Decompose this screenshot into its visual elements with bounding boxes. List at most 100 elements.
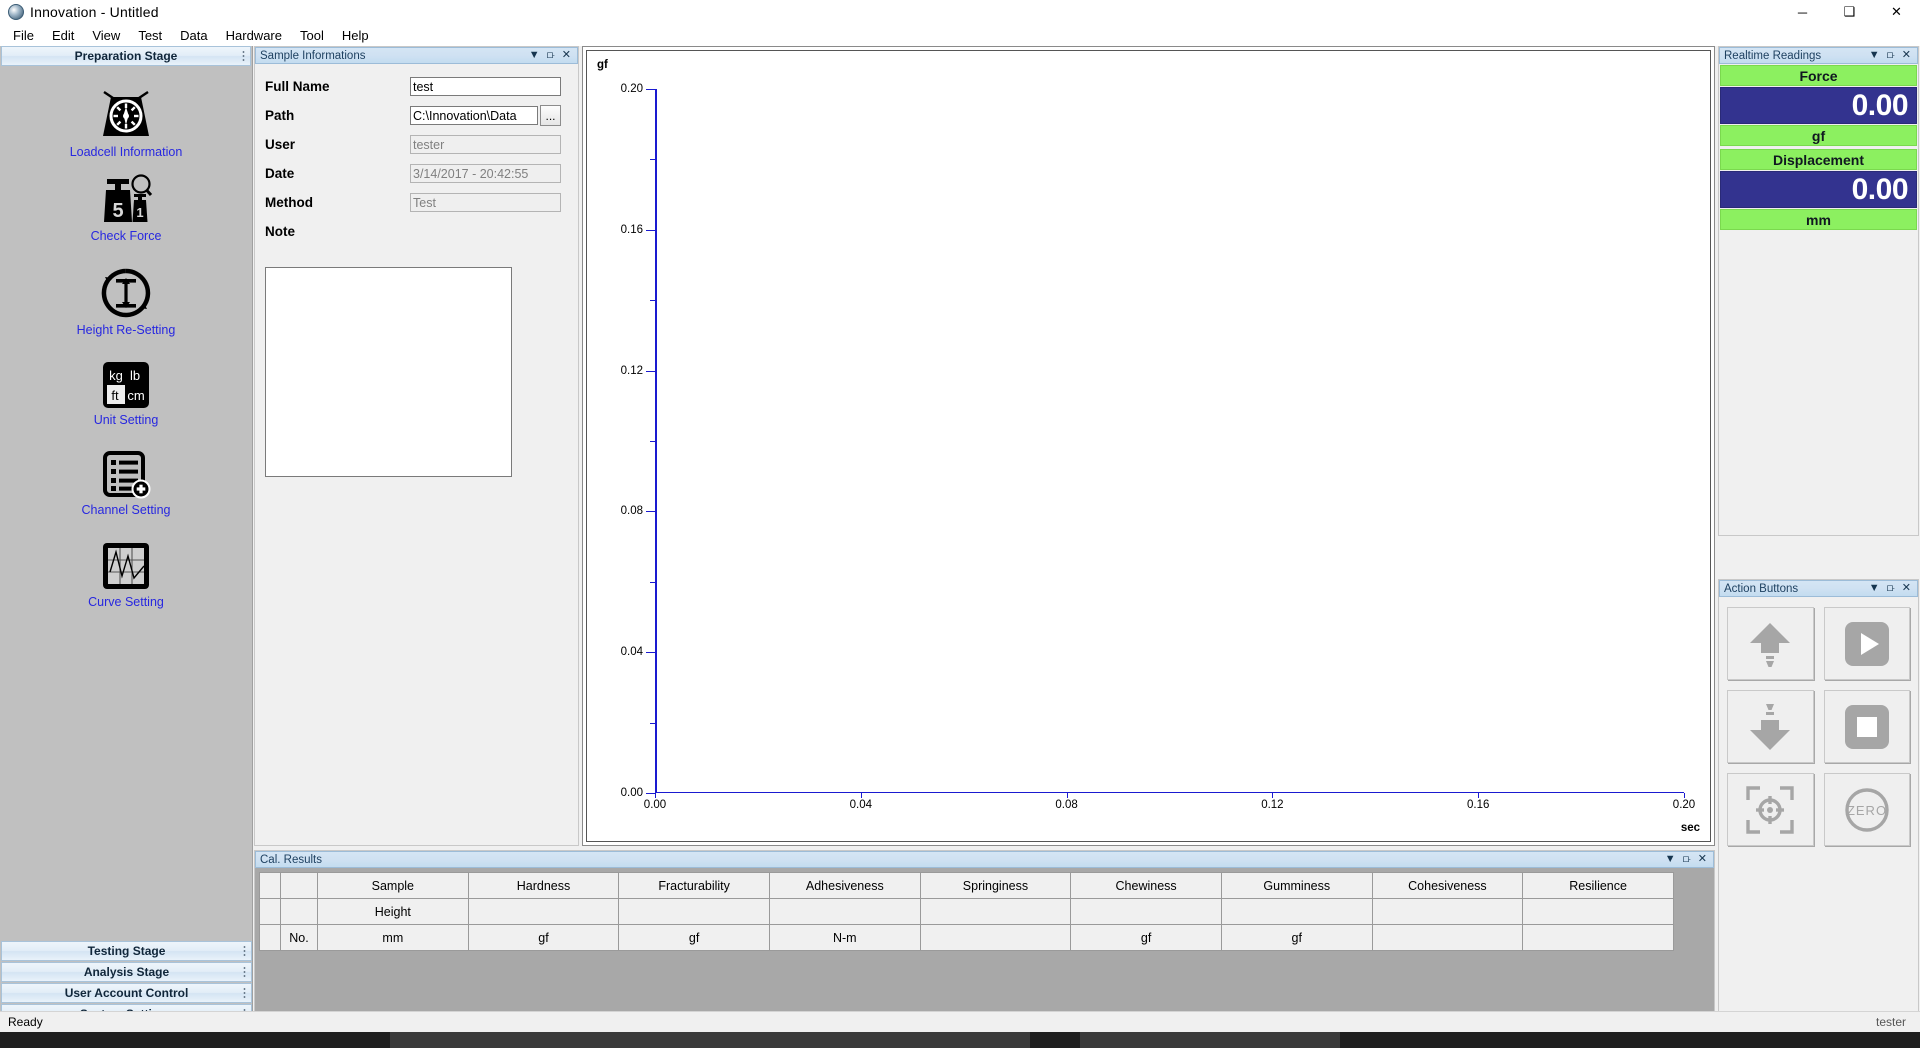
move-up-button[interactable]: [1727, 607, 1814, 680]
pin-icon[interactable]: ⟥: [1683, 854, 1691, 865]
close-icon[interactable]: ✕: [562, 50, 571, 61]
user-input: [410, 135, 561, 154]
pin-icon[interactable]: ⟥: [547, 50, 555, 61]
window-controls: ─ ❑ ✕: [1779, 0, 1920, 24]
workspace: Preparation Stage: [0, 46, 1920, 1025]
x-tick-label: 0.00: [644, 799, 666, 811]
table-subheader-cell: Height: [318, 899, 469, 925]
close-icon[interactable]: ✕: [1902, 583, 1911, 594]
sidebar-item-label: Channel Setting: [82, 503, 171, 518]
minimize-button[interactable]: ─: [1779, 0, 1826, 24]
y-tick: [646, 652, 655, 653]
sidebar-item-loadcell-information[interactable]: Loadcell Information: [41, 84, 211, 160]
table-header-cell: Springiness: [920, 873, 1071, 899]
menu-file[interactable]: File: [4, 26, 43, 45]
table-header-cell: Cohesiveness: [1372, 873, 1523, 899]
close-icon[interactable]: ✕: [1902, 50, 1911, 61]
curve-grid-icon: [100, 540, 152, 592]
y-axis-unit-label: gf: [597, 59, 608, 71]
pin-icon[interactable]: ⟥: [1887, 50, 1895, 61]
menu-tool[interactable]: Tool: [291, 26, 333, 45]
table-subheader-cell: [468, 899, 619, 925]
table-subheader-cell: [1372, 899, 1523, 925]
menu-edit[interactable]: Edit: [43, 26, 83, 45]
reading-displacement: Displacement 0.00 mm: [1719, 149, 1918, 230]
y-tick-label: 0.04: [621, 646, 643, 658]
sidebar-stage-label: Preparation Stage: [75, 49, 178, 63]
x-tick: [1067, 793, 1068, 798]
maximize-button[interactable]: ❑: [1826, 0, 1873, 24]
play-icon: [1842, 619, 1892, 669]
os-taskbar: [0, 1032, 1920, 1048]
full-name-input[interactable]: [410, 77, 561, 96]
move-down-button[interactable]: [1727, 690, 1814, 763]
chevron-down-icon[interactable]: ▼: [529, 50, 540, 61]
path-input[interactable]: [410, 106, 538, 125]
chevron-down-icon[interactable]: ▼: [1869, 50, 1880, 61]
table-subheader-cell: [769, 899, 920, 925]
y-tick: [646, 230, 655, 231]
units-kg-lb-ft-cm-icon: kg lb ft cm: [101, 360, 151, 410]
sidebar-stage-analysis[interactable]: Analysis Stage: [1, 962, 252, 982]
table-subheader-cell: [260, 925, 281, 951]
table-subheader-cell: gf: [1221, 925, 1372, 951]
arrow-down-probe-icon: [1744, 701, 1796, 753]
sidebar-item-label: Curve Setting: [88, 595, 164, 610]
sidebar-item-label: Check Force: [91, 229, 162, 244]
y-tick-label: 0.00: [621, 787, 643, 799]
table-header-cell: Fracturability: [619, 873, 770, 899]
sidebar-stage-label: Analysis Stage: [84, 965, 169, 979]
realtime-titlebar: Realtime Readings ▼ ⟥ ✕: [1719, 47, 1918, 64]
table-header-cell: Adhesiveness: [769, 873, 920, 899]
cal-results-table[interactable]: SampleHardnessFracturabilityAdhesiveness…: [259, 872, 1674, 951]
y-tick-label: 0.16: [621, 224, 643, 236]
graph-canvas[interactable]: gf sec 0.000.040.080.120.160.20 0.000.04…: [586, 50, 1711, 842]
svg-text:5: 5: [112, 200, 123, 222]
menu-hardware[interactable]: Hardware: [217, 26, 291, 45]
cal-results-panel: Cal. Results ▼ ⟥ ✕ SampleHardnessFractur…: [254, 850, 1715, 1025]
table-header-cell: [260, 873, 281, 899]
menu-view[interactable]: View: [83, 26, 129, 45]
sidebar-item-label: Unit Setting: [94, 413, 159, 428]
sidebar-item-channel-setting[interactable]: Channel Setting: [41, 450, 211, 518]
x-tick-label: 0.16: [1467, 799, 1489, 811]
pin-icon[interactable]: ⟥: [1887, 583, 1895, 594]
table-header-cell: Gumminess: [1221, 873, 1372, 899]
sidebar-item-check-force[interactable]: 5 1 Check Force: [41, 174, 211, 244]
sidebar-stage-user-account-control[interactable]: User Account Control: [1, 983, 252, 1003]
note-textarea[interactable]: [265, 267, 512, 477]
sidebar: Preparation Stage: [0, 46, 253, 1025]
sidebar-stage-testing[interactable]: Testing Stage: [1, 941, 252, 961]
start-button[interactable]: [1824, 607, 1911, 680]
chevron-down-icon[interactable]: ▼: [1869, 583, 1880, 594]
zero-button[interactable]: ZERO: [1824, 773, 1911, 846]
sidebar-item-label: Loadcell Information: [70, 145, 183, 160]
menu-help[interactable]: Help: [333, 26, 378, 45]
data-series-layer: [655, 89, 1684, 793]
window-titlebar: Innovation - Untitled ─ ❑ ✕: [0, 0, 1920, 24]
sidebar-item-height-re-setting[interactable]: Height Re-Setting: [41, 266, 211, 338]
sidebar-item-curve-setting[interactable]: Curve Setting: [41, 540, 211, 610]
chevron-down-icon[interactable]: ▼: [1665, 854, 1676, 865]
calibrate-position-button[interactable]: [1727, 773, 1814, 846]
sidebar-item-unit-setting[interactable]: kg lb ft cm Unit Setting: [41, 360, 211, 428]
table-header-cell: Hardness: [468, 873, 619, 899]
table-subheader-cell: [920, 899, 1071, 925]
stop-button[interactable]: [1824, 690, 1911, 763]
table-subheader-cell: gf: [619, 925, 770, 951]
x-tick-label: 0.12: [1261, 799, 1283, 811]
weights-magnifier-icon: 5 1: [98, 174, 154, 226]
browse-path-button[interactable]: ...: [540, 105, 561, 126]
table-row: Height: [260, 899, 1674, 925]
sidebar-stage-preparation[interactable]: Preparation Stage: [1, 46, 251, 66]
menu-data[interactable]: Data: [171, 26, 216, 45]
table-header-cell: Chewiness: [1071, 873, 1222, 899]
y-tick-label: 0.20: [621, 83, 643, 95]
menu-bar: File Edit View Test Data Hardware Tool H…: [0, 24, 1920, 46]
close-icon[interactable]: ✕: [1698, 854, 1707, 865]
menu-test[interactable]: Test: [129, 26, 171, 45]
grip-icon: [243, 987, 246, 1000]
method-input: [410, 193, 561, 212]
realtime-readings-panel: Realtime Readings ▼ ⟥ ✕ Force 0.00 gf Di…: [1718, 46, 1919, 536]
close-button[interactable]: ✕: [1873, 0, 1920, 24]
